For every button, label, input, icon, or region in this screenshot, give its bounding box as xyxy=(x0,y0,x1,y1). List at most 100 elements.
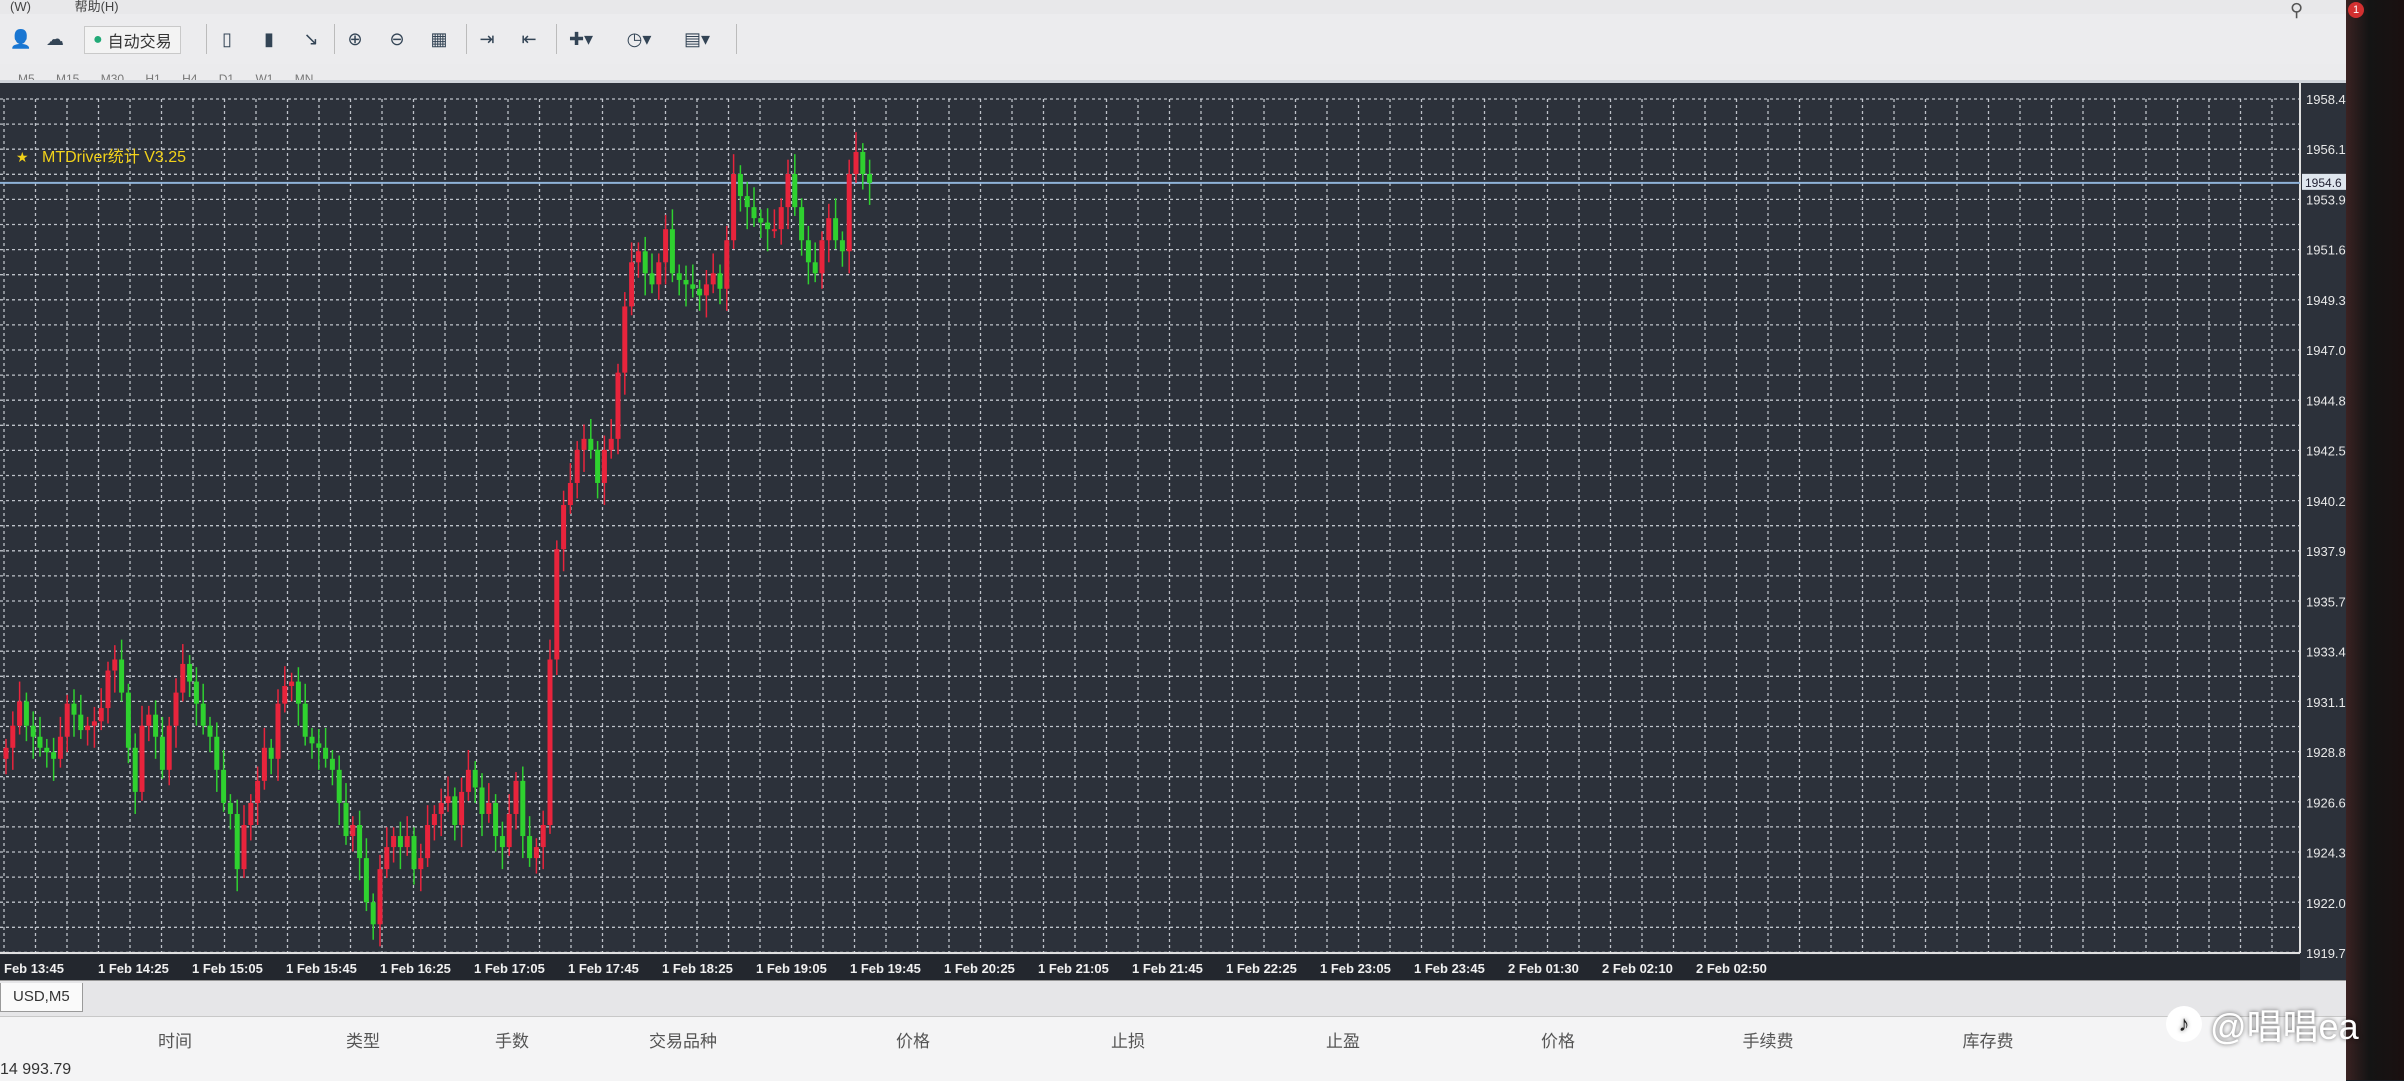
candle-body xyxy=(819,240,825,274)
periods-clock-icon[interactable]: ◷▾ xyxy=(624,24,654,54)
tile-windows-icon[interactable]: ▦ xyxy=(424,24,454,54)
time-tick-label: 1 Feb 18:25 xyxy=(662,961,733,976)
chart-window[interactable]: 1958.4 1956.1 1953.9 1951.6 1949.3 1947.0 1944… xyxy=(0,80,2346,983)
candle-body xyxy=(683,279,689,285)
indicators-icon[interactable]: ✚▾ xyxy=(566,24,596,54)
candle-body xyxy=(493,802,499,837)
time-tick-label: 2 Feb 01:30 xyxy=(1508,961,1579,976)
chart-tab-bar: USD,M5 xyxy=(0,980,2346,1017)
col-header-symbol[interactable]: 交易品种 xyxy=(649,1027,717,1052)
col-header-takeprofit[interactable]: 止盈 xyxy=(1326,1027,1360,1052)
autotrade-button[interactable]: ● 自动交易 xyxy=(84,26,181,54)
candle-body xyxy=(472,769,478,788)
candle-body xyxy=(255,780,261,803)
star-icon: ★ xyxy=(16,149,29,165)
candle-body xyxy=(357,825,363,859)
time-tick-label: 1 Feb 17:05 xyxy=(474,961,545,976)
price-chart[interactable]: 1958.4 1956.1 1953.9 1951.6 1949.3 1947.0 1944… xyxy=(0,83,2346,983)
candle-body xyxy=(540,825,546,848)
profile-icon[interactable]: 👤 xyxy=(6,24,36,54)
candle-body xyxy=(404,836,410,848)
candle-body xyxy=(234,813,240,870)
menu-bar: (W) 帮助(H) xyxy=(0,0,2360,14)
candle-body xyxy=(132,747,138,792)
autoscroll-icon[interactable]: ⇤ xyxy=(514,24,544,54)
candle-body xyxy=(642,251,648,274)
candle-body xyxy=(771,229,777,232)
candle-body xyxy=(595,449,601,483)
candle-body xyxy=(629,262,635,307)
price-tick-label: 1951.6 xyxy=(2306,243,2346,258)
candle-body xyxy=(180,663,186,693)
candle-body xyxy=(459,791,465,826)
candle-body xyxy=(221,769,227,803)
price-tick-label: 1922.0 xyxy=(2306,896,2346,911)
col-header-time[interactable]: 时间 xyxy=(158,1027,192,1052)
candle-body xyxy=(71,703,77,715)
zoom-out-icon[interactable]: ⊖ xyxy=(382,24,412,54)
price-tick-label: 1942.5 xyxy=(2306,444,2346,459)
candle-body xyxy=(241,825,247,870)
current-price-label: 1954.6 xyxy=(2305,176,2342,190)
candle-body xyxy=(275,703,281,759)
col-header-type[interactable]: 类型 xyxy=(346,1027,380,1052)
templates-icon[interactable]: ▤▾ xyxy=(682,24,712,54)
time-tick-label: 1 Feb 20:25 xyxy=(944,961,1015,976)
candle-body xyxy=(119,659,125,693)
time-tick-label: 1 Feb 21:05 xyxy=(1038,961,1109,976)
candle-body xyxy=(717,273,723,289)
col-header-price-current[interactable]: 价格 xyxy=(1541,1027,1575,1052)
col-header-lots[interactable]: 手数 xyxy=(495,1027,529,1052)
candle-body xyxy=(615,372,621,439)
candlestick-icon[interactable]: ▮ xyxy=(254,24,284,54)
col-header-stoploss[interactable]: 止损 xyxy=(1111,1027,1145,1052)
candle-body xyxy=(112,659,118,671)
toolbar-separator xyxy=(736,24,737,54)
candle-body xyxy=(601,449,607,483)
col-header-swap[interactable]: 库存费 xyxy=(1963,1027,2014,1052)
candle-body xyxy=(125,692,131,748)
candle-body xyxy=(323,747,329,759)
price-tick-label: 1940.2 xyxy=(2306,494,2346,509)
price-tick-label: 1949.3 xyxy=(2306,293,2346,308)
menu-item-help[interactable]: 帮助(H) xyxy=(75,0,119,14)
candle-body xyxy=(105,670,111,709)
time-tick-label: 1 Feb 19:45 xyxy=(850,961,921,976)
candle-body xyxy=(350,825,356,837)
candle-body xyxy=(173,692,179,726)
time-tick-label: 1 Feb 14:25 xyxy=(98,961,169,976)
candle-body xyxy=(567,482,573,506)
line-chart-icon[interactable]: ↘ xyxy=(296,24,326,54)
chart-tab-usd-m5[interactable]: USD,M5 xyxy=(0,983,83,1012)
candle-body xyxy=(200,703,206,726)
zoom-in-icon[interactable]: ⊕ xyxy=(340,24,370,54)
menu-item-window[interactable]: (W) xyxy=(10,0,31,14)
candle-body xyxy=(418,858,424,870)
candle-body xyxy=(676,273,682,280)
col-header-price[interactable]: 价格 xyxy=(896,1027,930,1052)
col-header-commission[interactable]: 手续费 xyxy=(1743,1027,1794,1052)
bar-chart-icon[interactable]: ▯ xyxy=(212,24,242,54)
time-tick-label: 2 Feb 02:10 xyxy=(1602,961,1673,976)
navigator-icon[interactable]: ☁ xyxy=(40,24,70,54)
chart-shift-icon[interactable]: ⇥ xyxy=(472,24,502,54)
search-icon[interactable]: ⚲ xyxy=(2290,0,2303,21)
candle-body xyxy=(710,273,716,285)
candle-body xyxy=(268,747,274,759)
candle-body xyxy=(282,685,288,704)
candle-body xyxy=(3,747,9,759)
candle-body xyxy=(78,714,84,731)
candle-body xyxy=(425,825,431,859)
candle-body xyxy=(316,743,322,748)
candle-body xyxy=(846,174,852,252)
candle-body xyxy=(37,736,43,748)
candle-body xyxy=(561,505,567,550)
notification-badge[interactable]: 1 xyxy=(2348,2,2364,18)
candle-body xyxy=(574,449,580,483)
candle-body xyxy=(724,240,730,289)
candle-body xyxy=(506,813,512,848)
candle-body xyxy=(23,701,29,726)
candle-body xyxy=(812,262,818,274)
candle-body xyxy=(826,218,832,241)
autotrade-icon: ● xyxy=(93,31,103,48)
